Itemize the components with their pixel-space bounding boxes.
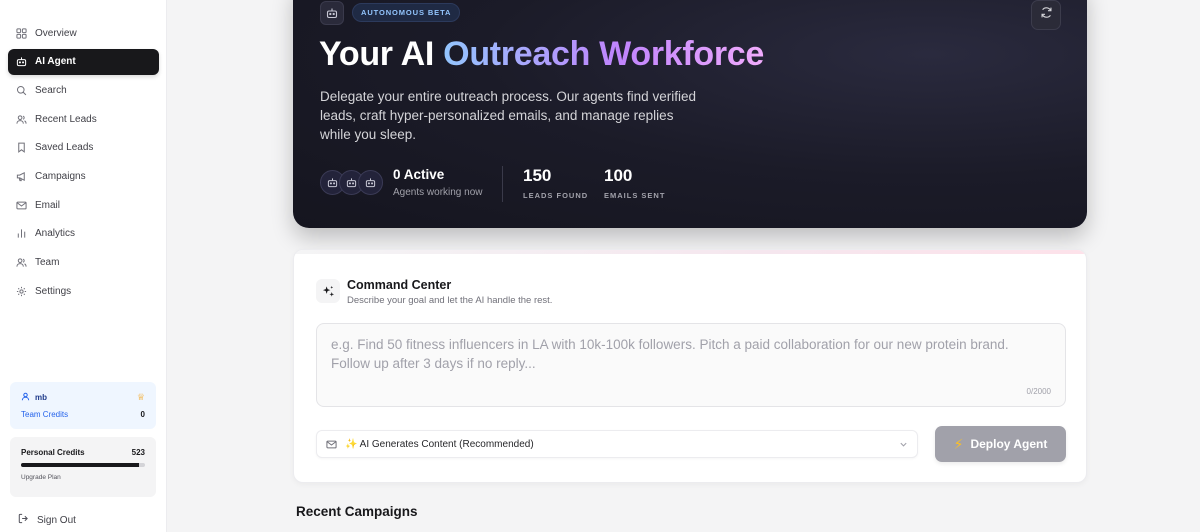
character-counter: 0/2000	[1026, 387, 1051, 396]
sidebar-item-label: AI Agent	[35, 56, 76, 68]
sidebar-item-overview[interactable]: Overview	[8, 20, 159, 46]
grid-icon	[16, 27, 27, 39]
sidebar-item-label: Analytics	[35, 228, 76, 240]
team-name: mb	[35, 393, 47, 402]
active-sub: Agents working now	[393, 187, 483, 198]
bot-icon	[16, 56, 27, 67]
team-credits-label: Team Credits	[21, 410, 69, 419]
sidebar-item-label: Settings	[35, 285, 72, 297]
team-credits-card: mb ♕ Team Credits 0	[10, 382, 156, 429]
personal-credits-value: 523	[131, 448, 145, 457]
content-mode-value: ✨ AI Generates Content (Recommended)	[345, 438, 534, 450]
lightning-icon: ⚡	[953, 435, 964, 452]
credits-progress-fill	[21, 463, 139, 467]
users-icon	[16, 257, 27, 268]
bot-icon	[358, 170, 383, 195]
sign-out-label: Sign Out	[37, 514, 76, 526]
upgrade-plan-link[interactable]: Upgrade Plan	[21, 474, 145, 481]
deploy-agent-label: Deploy Agent	[970, 437, 1048, 451]
sidebar-item-label: Email	[35, 199, 61, 211]
leads-value: 150	[523, 166, 552, 185]
hero-description: Delegate your entire outreach process. O…	[320, 89, 696, 142]
recent-campaigns-heading: Recent Campaigns	[296, 504, 418, 519]
sparkles-icon	[316, 279, 340, 303]
sidebar-nav: Overview AI Agent Search Recent Leads Sa…	[8, 20, 159, 307]
credits-progress-bar	[21, 463, 145, 467]
sidebar-item-email[interactable]: Email	[8, 192, 159, 218]
sidebar-item-label: Saved Leads	[35, 142, 94, 154]
deploy-agent-button[interactable]: ⚡ Deploy Agent	[935, 426, 1066, 462]
command-center-subtitle: Describe your goal and let the AI handle…	[347, 295, 553, 306]
sidebar-item-saved-leads[interactable]: Saved Leads	[8, 135, 159, 161]
chevron-down-icon	[899, 440, 908, 449]
goal-prompt-input[interactable]	[331, 335, 1051, 380]
sidebar-item-label: Search	[35, 84, 67, 96]
sign-out-button[interactable]: Sign Out	[18, 513, 76, 527]
sidebar-item-label: Overview	[35, 27, 77, 39]
sidebar-item-label: Team	[35, 257, 60, 268]
sidebar-item-campaigns[interactable]: Campaigns	[8, 163, 159, 189]
emails-label: EMAILS SENT	[604, 191, 666, 200]
bar-chart-icon	[16, 228, 27, 239]
mail-icon	[16, 200, 27, 211]
sidebar-item-settings[interactable]: Settings	[8, 278, 159, 304]
search-icon	[16, 85, 27, 96]
refresh-button[interactable]	[1031, 0, 1061, 30]
sidebar-item-ai-agent[interactable]: AI Agent	[8, 48, 159, 75]
emails-sent-stat: 100 EMAILS SENT	[604, 166, 665, 200]
command-center-card: Command Center Describe your goal and le…	[293, 249, 1087, 483]
sidebar: Overview AI Agent Search Recent Leads Sa…	[0, 0, 167, 532]
title-plain: Your AI	[319, 35, 435, 73]
agent-avatars	[320, 170, 383, 195]
refresh-icon	[1040, 6, 1053, 24]
mail-icon	[326, 439, 337, 450]
active-count: 0 Active	[393, 167, 445, 182]
goal-prompt-box: 0/2000	[316, 323, 1066, 407]
content-mode-select[interactable]: ✨ AI Generates Content (Recommended)	[316, 430, 918, 458]
users-icon	[16, 114, 27, 125]
sidebar-item-label: Recent Leads	[35, 113, 97, 125]
sidebar-item-team[interactable]: Team	[8, 250, 159, 276]
sidebar-item-analytics[interactable]: Analytics	[8, 221, 159, 247]
active-agents-stat: 0 Active Agents working now	[393, 167, 483, 198]
logout-icon	[18, 513, 29, 527]
hero-banner: AUTONOMOUS BETA Your AI Outreach Workfor…	[293, 0, 1087, 228]
gear-icon	[16, 286, 27, 297]
page-title: Your AI Outreach Workforce	[319, 35, 764, 74]
divider	[502, 166, 503, 202]
crown-icon: ♕	[136, 392, 145, 402]
user-icon	[21, 392, 30, 403]
megaphone-icon	[16, 171, 27, 182]
personal-credits-card: Personal Credits 523 Upgrade Plan	[10, 437, 156, 497]
status-badge: AUTONOMOUS BETA	[352, 3, 461, 22]
bot-icon	[320, 1, 344, 25]
personal-credits-label: Personal Credits	[21, 448, 85, 457]
bookmark-icon	[16, 142, 27, 154]
title-gradient: Outreach Workforce	[443, 35, 765, 73]
leads-found-stat: 150 LEADS FOUND	[523, 166, 588, 200]
sidebar-item-recent-leads[interactable]: Recent Leads	[8, 106, 159, 132]
card-accent-line	[294, 250, 1086, 254]
leads-label: LEADS FOUND	[523, 191, 589, 200]
sidebar-item-search[interactable]: Search	[8, 77, 159, 103]
sidebar-item-label: Campaigns	[35, 170, 86, 182]
command-center-title: Command Center	[347, 278, 452, 292]
emails-value: 100	[604, 166, 633, 185]
team-credits-value: 0	[140, 410, 145, 419]
